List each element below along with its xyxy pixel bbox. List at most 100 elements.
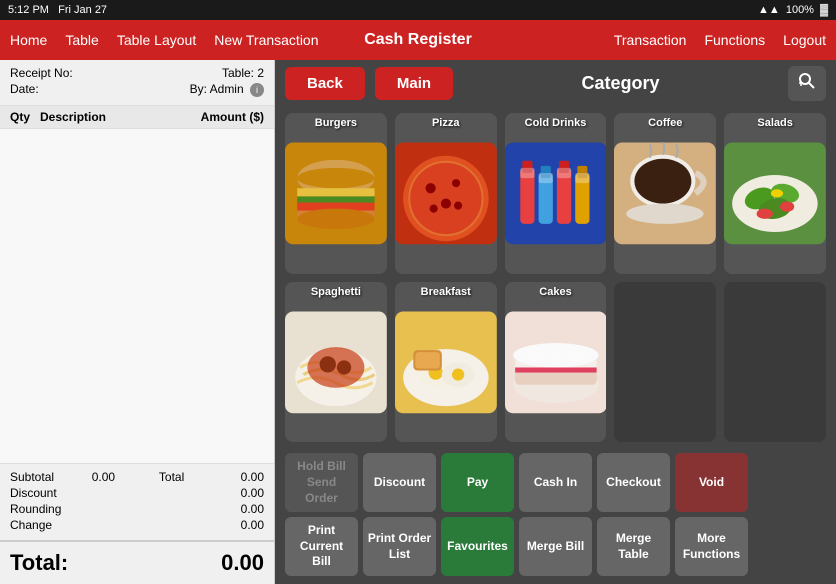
void-button[interactable]: Void — [675, 453, 748, 512]
spaghetti-image — [285, 282, 387, 443]
change-label: Change — [10, 518, 80, 532]
nav-new-transaction[interactable]: New Transaction — [214, 32, 318, 48]
subtotal-label: Subtotal — [10, 470, 71, 484]
cakes-image — [505, 282, 607, 443]
nav-logout[interactable]: Logout — [783, 32, 826, 48]
cash-in-button[interactable]: Cash In — [519, 453, 592, 512]
receipt-date-label: Date: — [10, 82, 39, 97]
category-cakes-label: Cakes — [505, 286, 607, 298]
change-row: Change 0.00 — [10, 518, 264, 532]
info-icon[interactable]: i — [250, 83, 264, 97]
category-breakfast-label: Breakfast — [395, 286, 497, 298]
subtotal-value: 0.00 — [71, 470, 115, 484]
category-grid: Burgers Pizza — [275, 107, 836, 448]
main-button[interactable]: Main — [375, 67, 453, 100]
category-cakes[interactable]: Cakes — [505, 282, 607, 443]
status-time: 5:12 PM — [8, 4, 49, 16]
category-search-button[interactable] — [788, 66, 826, 101]
nav-title-text: Cash Register — [364, 31, 472, 48]
discount-row: Discount 0.00 — [10, 486, 264, 500]
checkout-button[interactable]: Checkout — [597, 453, 670, 512]
burgers-image — [285, 113, 387, 274]
print-current-bill-button[interactable]: Print Current Bill — [285, 517, 358, 576]
receipt-grand-total: Total: 0.00 — [0, 540, 274, 584]
receipt-info-row1: Receipt No: Table: 2 — [10, 66, 264, 80]
category-pizza-label: Pizza — [395, 117, 497, 129]
nav-transaction[interactable]: Transaction — [614, 32, 687, 48]
hold-bill-button[interactable]: Hold BillSend Order — [285, 453, 358, 512]
top-nav: Home Table Table Layout New Transaction … — [0, 20, 836, 60]
category-burgers[interactable]: Burgers — [285, 113, 387, 274]
col-desc: Description — [40, 110, 201, 124]
battery-label: 100% — [786, 4, 814, 16]
grand-total-value: 0.00 — [221, 550, 264, 576]
receipt-header: Receipt No: Table: 2 Date: By: Admin i — [0, 60, 274, 106]
total-label2: Total — [159, 470, 220, 484]
col-qty: Qty — [10, 110, 40, 124]
nav-home[interactable]: Home — [10, 32, 47, 48]
status-right: ▲▲ 100% ▓ — [758, 4, 828, 16]
discount-value: 0.00 — [214, 486, 264, 500]
receipt-totals: Subtotal 0.00 Total 0.00 Discount 0.00 R… — [0, 463, 274, 540]
receipt-items-header: Qty Description Amount ($) — [0, 106, 274, 129]
grand-total-label: Total: — [10, 550, 68, 576]
rounding-row: Rounding 0.00 — [10, 502, 264, 516]
change-value: 0.00 — [214, 518, 264, 532]
category-cold-drinks-label: Cold Drinks — [505, 117, 607, 129]
category-coffee-label: Coffee — [614, 117, 716, 129]
status-bar: 5:12 PM Fri Jan 27 ▲▲ 100% ▓ — [0, 0, 836, 20]
battery-icon: ▓ — [820, 4, 828, 16]
rounding-label: Rounding — [10, 502, 80, 516]
category-spaghetti-label: Spaghetti — [285, 286, 387, 298]
rounding-value: 0.00 — [214, 502, 264, 516]
category-spaghetti[interactable]: Spaghetti — [285, 282, 387, 443]
nav-title: Cash Register — [364, 31, 472, 49]
coffee-image — [614, 113, 716, 274]
status-time-date: 5:12 PM Fri Jan 27 — [8, 4, 107, 16]
cold-drinks-image — [505, 113, 607, 274]
discount-label: Discount — [10, 486, 80, 500]
more-functions-button[interactable]: More Functions — [675, 517, 748, 576]
receipt-items-area — [0, 129, 274, 463]
receipt-no-label: Receipt No: — [10, 66, 73, 80]
category-salads-label: Salads — [724, 117, 826, 129]
nav-left: Home Table Table Layout New Transaction — [10, 32, 364, 48]
right-top-bar: Back Main Category — [275, 60, 836, 107]
receipt-table: Table: 2 — [222, 66, 264, 80]
salads-image — [724, 113, 826, 274]
total-value2: 0.00 — [220, 470, 264, 484]
breakfast-image — [395, 282, 497, 443]
category-breakfast[interactable]: Breakfast — [395, 282, 497, 443]
merge-table-button[interactable]: Merge Table — [597, 517, 670, 576]
status-date: Fri Jan 27 — [58, 4, 107, 16]
nav-functions[interactable]: Functions — [704, 32, 765, 48]
pizza-image — [395, 113, 497, 274]
category-cold-drinks[interactable]: Cold Drinks — [505, 113, 607, 274]
bottom-buttons: Hold BillSend Order Discount Pay Cash In… — [275, 448, 836, 584]
receipt-by: By: Admin i — [190, 82, 264, 97]
nav-table[interactable]: Table — [65, 32, 98, 48]
receipt-panel: Receipt No: Table: 2 Date: By: Admin i Q… — [0, 60, 275, 584]
category-salads[interactable]: Salads — [724, 113, 826, 274]
wifi-icon: ▲▲ — [758, 4, 780, 16]
print-order-list-button[interactable]: Print Order List — [363, 517, 436, 576]
category-coffee[interactable]: Coffee — [614, 113, 716, 274]
col-amount: Amount ($) — [201, 110, 264, 124]
discount-button[interactable]: Discount — [363, 453, 436, 512]
subtotal-row: Subtotal 0.00 Total 0.00 — [10, 470, 264, 484]
back-button[interactable]: Back — [285, 67, 365, 100]
favourites-button[interactable]: Favourites — [441, 517, 514, 576]
receipt-info-row2: Date: By: Admin i — [10, 82, 264, 97]
search-icon — [798, 72, 816, 90]
category-burgers-label: Burgers — [285, 117, 387, 129]
category-empty-2 — [724, 282, 826, 443]
category-title: Category — [463, 73, 778, 94]
right-panel: Back Main Category Burgers — [275, 60, 836, 584]
category-empty-1 — [614, 282, 716, 443]
merge-bill-button[interactable]: Merge Bill — [519, 517, 592, 576]
pay-button[interactable]: Pay — [441, 453, 514, 512]
main-layout: Receipt No: Table: 2 Date: By: Admin i Q… — [0, 60, 836, 584]
category-pizza[interactable]: Pizza — [395, 113, 497, 274]
nav-right: Transaction Functions Logout — [472, 32, 826, 48]
nav-table-layout[interactable]: Table Layout — [117, 32, 196, 48]
